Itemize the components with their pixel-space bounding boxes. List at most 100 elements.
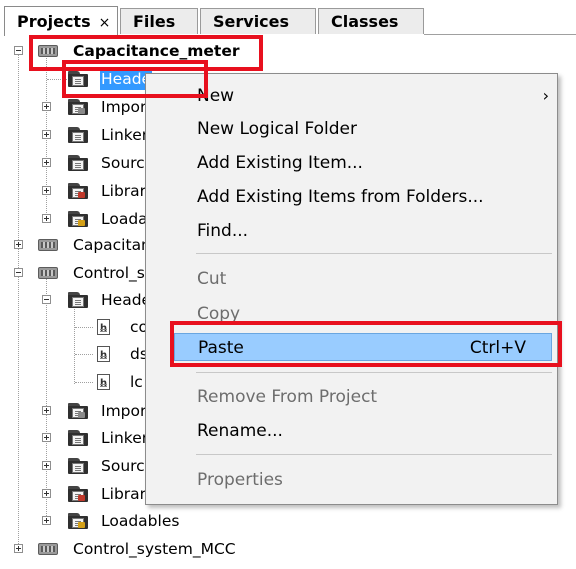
tree-row-project-3[interactable]: Control_sy [0, 262, 154, 284]
tree-expand-icon[interactable] [42, 130, 51, 139]
logical-folder-icon [68, 99, 88, 115]
close-icon[interactable]: × [99, 15, 111, 31]
header-file-icon [97, 318, 110, 340]
tree-expand-icon[interactable] [14, 240, 23, 249]
tree-guide-line [75, 327, 93, 328]
logical-folder-icon [68, 458, 88, 474]
menu-item-new-logical-folder[interactable]: New Logical Folder [146, 115, 557, 143]
folder-name: Loada [101, 210, 148, 228]
project-name: Capacitance_meter [73, 42, 240, 60]
tree-expand-icon[interactable] [42, 214, 51, 223]
tree-row-project-2[interactable]: Capacitan [0, 234, 151, 256]
folder-name: Linker [101, 126, 149, 144]
tab-files[interactable]: Files [120, 8, 198, 34]
menu-item-properties[interactable]: Properties [146, 466, 557, 494]
tree-expand-icon[interactable] [42, 406, 51, 415]
project-name: Control_sy [73, 264, 155, 282]
logical-folder-icon [68, 71, 88, 87]
tree-guide-line [47, 79, 67, 80]
chip-project-icon [38, 543, 58, 555]
menu-item-label: Add Existing Items from Folders... [197, 187, 484, 207]
logical-folder-icon [68, 403, 88, 419]
submenu-arrow-icon: › [542, 86, 549, 105]
tree-row-libraries-2[interactable]: Librar [0, 483, 146, 505]
context-menu: New › New Logical Folder Add Existing It… [145, 73, 558, 505]
menu-item-rename[interactable]: Rename... [146, 417, 557, 445]
tree-expand-icon[interactable] [42, 461, 51, 470]
folder-name: Sourc [101, 154, 145, 172]
menu-item-new[interactable]: New › [146, 82, 557, 110]
menu-item-remove-from-project[interactable]: Remove From Project [146, 383, 557, 411]
tab-label: Files [133, 12, 176, 31]
tree-row-linker-files[interactable]: Linker [0, 124, 149, 146]
tree-expand-icon[interactable] [42, 158, 51, 167]
tree-expand-icon[interactable] [14, 544, 23, 553]
tree-row-libraries[interactable]: Librar [0, 180, 146, 202]
tree-row-header-file[interactable]: co [0, 316, 148, 340]
menu-item-add-existing-items-from-folders[interactable]: Add Existing Items from Folders... [146, 183, 557, 211]
logical-folder-icon [68, 486, 88, 502]
tree-row-header-file[interactable]: ds [0, 343, 148, 367]
tree-row-source-files-2[interactable]: Sourc [0, 455, 146, 477]
tree-row-header-file[interactable]: lc [0, 371, 146, 395]
tab-classes[interactable]: Classes [318, 8, 424, 34]
folder-name: Librar [101, 485, 147, 503]
project-name: Control_system_MCC [73, 540, 236, 558]
menu-item-label: Add Existing Item... [197, 153, 363, 173]
tree-expand-icon[interactable] [42, 433, 51, 442]
tree-expand-icon[interactable] [42, 186, 51, 195]
chip-project-icon [38, 239, 58, 251]
logical-folder-icon [68, 183, 88, 199]
menu-item-label: Rename... [197, 421, 283, 441]
menu-item-cut[interactable]: Cut [146, 265, 557, 293]
menu-item-label: New Logical Folder [197, 119, 357, 139]
tree-collapse-icon[interactable] [14, 46, 23, 55]
tree-row-linker-files-2[interactable]: Linker [0, 427, 149, 449]
menu-item-shortcut: Ctrl+V [469, 338, 526, 358]
tree-collapse-icon[interactable] [42, 295, 51, 304]
logical-folder-icon [68, 155, 88, 171]
menu-item-label: Properties [197, 470, 283, 490]
menu-item-copy[interactable]: Copy [146, 300, 557, 328]
header-file-icon [97, 373, 110, 395]
tree-row-important-files-2[interactable]: Impor [0, 400, 146, 422]
tree-expand-icon[interactable] [42, 489, 51, 498]
tree-row-source-files[interactable]: Sourc [0, 152, 146, 174]
folder-name: Impor [101, 98, 147, 116]
folder-name: Loadables [101, 512, 180, 530]
tree-row-important-files[interactable]: Impor [0, 96, 146, 118]
menu-separator [196, 454, 552, 455]
logical-folder-icon [68, 513, 88, 529]
tab-services[interactable]: Services [200, 8, 316, 34]
tree-row-capacitance-meter[interactable]: Capacitance_meter [0, 40, 576, 62]
file-name: lc [130, 373, 143, 391]
tree-guide-line [75, 382, 93, 383]
menu-item-add-existing-item[interactable]: Add Existing Item... [146, 149, 557, 177]
folder-name: Impor [101, 402, 147, 420]
menu-item-find[interactable]: Find... [146, 217, 557, 245]
tree-row-header-files[interactable]: Heade [0, 68, 153, 90]
logical-folder-icon [68, 430, 88, 446]
tree-expand-icon[interactable] [42, 102, 51, 111]
menu-item-label: New [197, 86, 235, 106]
menu-item-paste[interactable]: Paste Ctrl+V [174, 333, 552, 361]
tree-row-header-files-2[interactable]: Heade [0, 289, 151, 311]
tree-row-project-4[interactable]: Control_system_MCC [0, 538, 400, 560]
logical-folder-icon [68, 127, 88, 143]
menu-separator [196, 253, 552, 254]
tab-label: Services [213, 12, 290, 31]
folder-name: Heade [101, 291, 152, 309]
tree-row-loadables-2[interactable]: Loadables [0, 510, 300, 532]
chip-project-icon [38, 267, 58, 279]
tree-row-loadables[interactable]: Loada [0, 208, 148, 230]
folder-name: Linker [101, 429, 149, 447]
header-file-icon [97, 345, 110, 367]
folder-name: Sourc [101, 457, 145, 475]
folder-name: Librar [101, 182, 147, 200]
tab-projects[interactable]: Projects × [4, 6, 118, 36]
tree-expand-icon[interactable] [42, 516, 51, 525]
logical-folder-icon [68, 292, 88, 308]
tree-collapse-icon[interactable] [14, 268, 23, 277]
tab-strip: Projects × Files Services Classes [0, 0, 576, 36]
logical-folder-icon [68, 211, 88, 227]
